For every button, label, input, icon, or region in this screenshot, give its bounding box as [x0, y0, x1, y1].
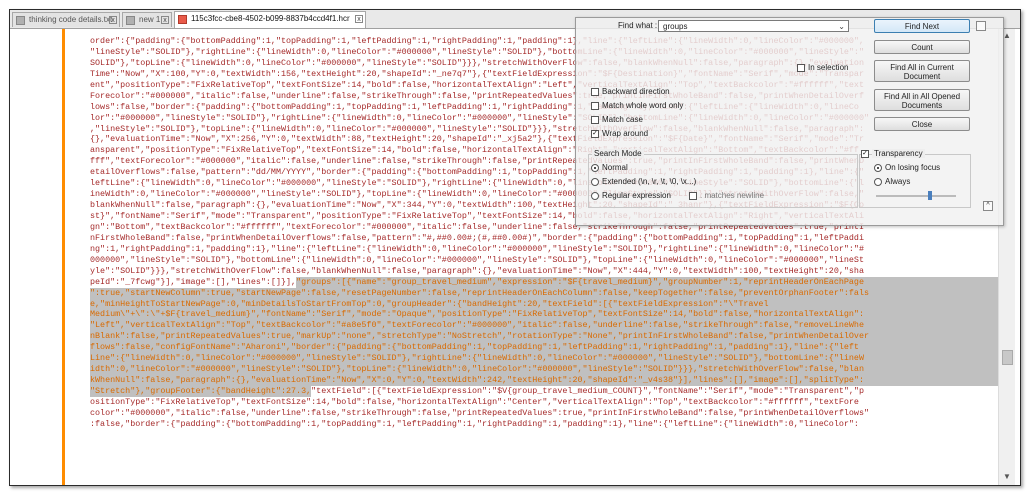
- code-line: nFirstWholeBand":false,"printWhenDetailO…: [90, 232, 864, 243]
- fold-margin-marker: [62, 29, 65, 485]
- extended-label: Extended (\n, \r, \t, \0, \x...): [602, 177, 697, 186]
- close-icon[interactable]: x: [161, 16, 169, 24]
- transparency-slider[interactable]: [876, 191, 956, 200]
- close-button[interactable]: Close: [874, 117, 970, 131]
- wrap-around-checkbox[interactable]: ✓: [591, 130, 599, 138]
- selected-text: "groups":[{"name":"group_travel_medium",…: [296, 276, 998, 288]
- find-all-opened-button[interactable]: Find All in All Opened Documents: [874, 89, 970, 111]
- normal-radio[interactable]: [591, 164, 599, 172]
- in-selection-label: In selection: [808, 63, 849, 72]
- find-next-button[interactable]: Find Next: [874, 19, 970, 33]
- find-all-current-button[interactable]: Find All in Current Document: [874, 60, 970, 82]
- transparency-title: Transparency: [872, 149, 925, 158]
- count-button[interactable]: Count: [874, 40, 970, 54]
- slider-knob[interactable]: [928, 191, 932, 200]
- close-icon[interactable]: x: [109, 16, 117, 24]
- selected-code-line: flows":false,"configFontName":"Aharoni",…: [90, 342, 998, 354]
- tab-label: new 1: [139, 15, 161, 24]
- extended-radio[interactable]: [591, 178, 599, 186]
- backward-direction-checkbox[interactable]: [591, 88, 599, 96]
- collapse-chevron-up-icon[interactable]: ^: [983, 201, 993, 211]
- selected-code-line: "Left","verticalTextAlign":"Top","textBa…: [90, 320, 998, 332]
- find-what-input[interactable]: groups ⌄: [658, 20, 849, 32]
- search-mode-title: Search Mode: [592, 149, 644, 158]
- scroll-down-icon[interactable]: ▼: [1003, 472, 1011, 481]
- transparency-checkbox[interactable]: ✓: [861, 150, 869, 158]
- whole-word-label: Match whole word only: [602, 101, 684, 110]
- selected-code-line: Medium\"+\":\"+$F{travel_medium}","fontN…: [90, 309, 998, 321]
- line-number-margin: [10, 29, 62, 485]
- file-icon: [16, 16, 25, 25]
- code-line: ositionType":"FixRelativeTop","textFontS…: [90, 396, 859, 407]
- always-radio[interactable]: [874, 178, 882, 186]
- regex-label: Regular expression: [602, 191, 671, 200]
- dialog-close-box[interactable]: [976, 21, 986, 31]
- on-losing-focus-radio[interactable]: [874, 164, 882, 172]
- selected-code-line: e,"minHeightToStartNewPage":0,"minDetail…: [90, 298, 998, 310]
- normal-label: Normal: [602, 163, 628, 172]
- selected-code-line: Line":{"lineWidth":0,"lineColor":"#00000…: [90, 353, 998, 365]
- match-case-checkbox[interactable]: [591, 116, 599, 124]
- in-selection-checkbox[interactable]: [797, 64, 805, 72]
- selected-text: "Stretch"},"groupFooter":{"bandHeight":2…: [90, 386, 312, 397]
- code-line: yle":"SOLID"}}},"stretchWithOverFlow":fa…: [90, 265, 864, 276]
- tab-hcr-file[interactable]: 115c3fcc-cbe8-4502-b099-8837b4ccd4f1.hcr…: [174, 11, 366, 28]
- selected-code-line: nBlank":false,"printRepeatedValues":true…: [90, 331, 998, 343]
- on-losing-focus-label: On losing focus: [885, 163, 941, 172]
- regex-radio[interactable]: [591, 192, 599, 200]
- tab-label: 115c3fcc-cbe8-4502-b099-8837b4ccd4f1.hcr: [191, 14, 350, 23]
- code-text-after-selection: "textField":[{"textFieldExpression":"$V{…: [311, 386, 864, 396]
- close-icon[interactable]: x: [355, 15, 363, 23]
- code-line: color":"#000000","italic":false,"underli…: [90, 407, 870, 418]
- code-text-before-selection: peId":"_7fcwg"}],"image":[],"lines":[]}]…: [90, 276, 297, 287]
- scrollbar-thumb[interactable]: [1002, 350, 1013, 365]
- scroll-up-icon[interactable]: ▲: [1003, 31, 1011, 40]
- tab-label: thinking code details.txt: [29, 15, 113, 24]
- tab-thinking-code-details[interactable]: thinking code details.txt x: [12, 12, 120, 27]
- selected-code-line: kWhenNull":false,"paragraph":{},"evaluat…: [90, 375, 998, 386]
- find-what-label: Find what :: [618, 21, 658, 30]
- whole-word-checkbox[interactable]: [591, 102, 599, 110]
- code-line: peId":"_7fcwg"}],"image":[],"lines":[]}]…: [90, 276, 998, 288]
- matches-newline-checkbox[interactable]: [689, 192, 697, 200]
- selected-code-line: ":true,"startNewColumn":true,"startNewPa…: [90, 287, 998, 299]
- backward-direction-label: Backward direction: [602, 87, 670, 96]
- code-line: "Stretch"},"groupFooter":{"bandHeight":2…: [90, 386, 998, 397]
- matches-newline-label: . matches newline: [700, 191, 765, 200]
- match-case-label: Match case: [602, 115, 643, 124]
- selected-code-line: idth":0,"lineColor":"#000000","lineStyle…: [90, 364, 998, 376]
- find-what-value: groups: [663, 22, 688, 31]
- wrap-around-label: Wrap around: [602, 129, 649, 138]
- file-icon: [126, 16, 135, 25]
- chevron-down-icon[interactable]: ⌄: [838, 21, 845, 33]
- always-label: Always: [885, 177, 911, 186]
- code-line: 000000","lineStyle":"SOLID"},"bottomLine…: [90, 254, 864, 265]
- notepadpp-window: thinking code details.txt x new 1 x 115c…: [9, 9, 1021, 486]
- code-line: ng":1,"rightPadding":1,"padding":1},"lin…: [90, 243, 864, 254]
- tab-new-1[interactable]: new 1 x: [122, 12, 172, 27]
- code-line: :false,"border":{"padding":{"bottomPaddi…: [90, 418, 859, 429]
- unsaved-file-icon: [178, 15, 187, 24]
- find-dialog: Find what : groups ⌄ Find Next Count In …: [575, 17, 1004, 226]
